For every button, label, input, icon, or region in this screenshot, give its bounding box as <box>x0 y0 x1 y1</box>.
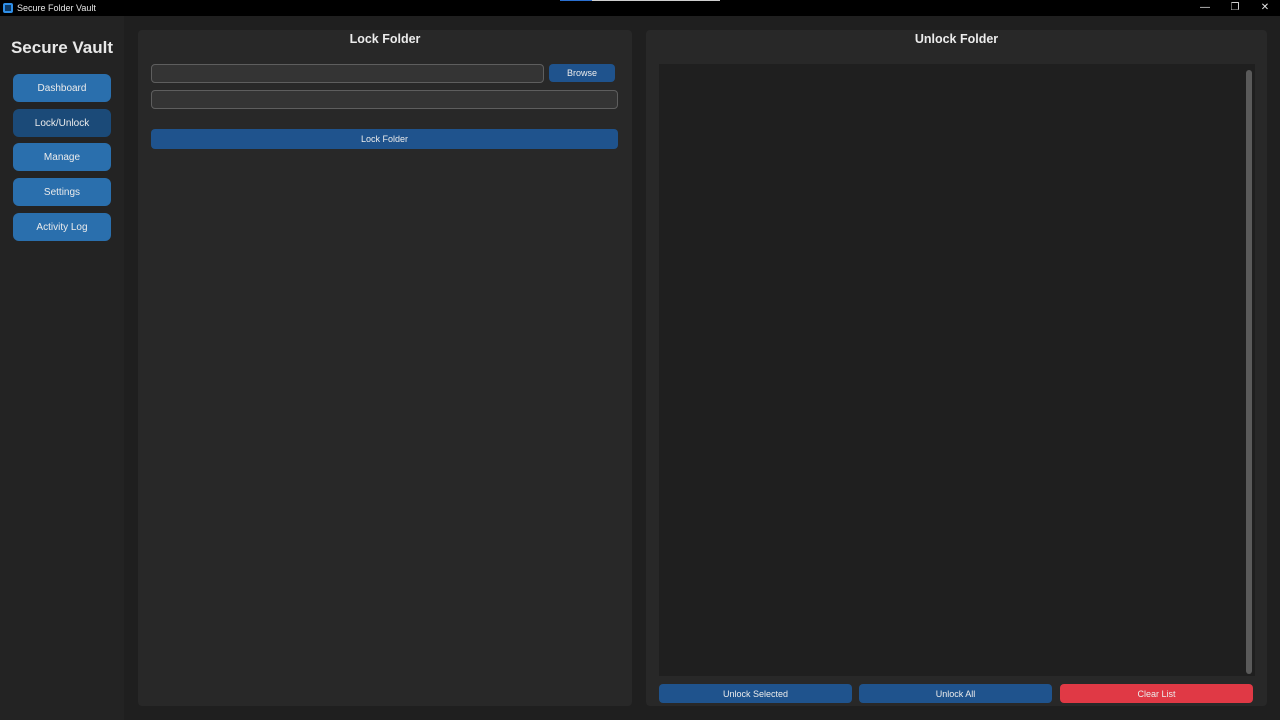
unlock-panel-title: Unlock Folder <box>914 32 999 46</box>
locked-folders-list[interactable] <box>659 64 1255 676</box>
password-input[interactable] <box>151 90 618 109</box>
title-accent-line <box>592 0 720 1</box>
nav-activity-log-button[interactable]: Activity Log <box>13 213 111 241</box>
lock-panel-title: Lock Folder <box>349 32 421 46</box>
list-scrollbar[interactable] <box>1246 70 1252 674</box>
nav-manage-button[interactable]: Manage <box>13 143 111 171</box>
close-button[interactable]: ✕ <box>1250 0 1280 16</box>
unlock-folder-panel: Unlock Folder Unlock Selected Unlock All… <box>646 30 1267 706</box>
sidebar: Secure Vault Dashboard Lock/Unlock Manag… <box>0 16 124 720</box>
restore-button[interactable]: ❐ <box>1220 0 1250 16</box>
window-title: Secure Folder Vault <box>17 3 96 13</box>
app-icon <box>3 3 13 13</box>
unlock-all-button[interactable]: Unlock All <box>859 684 1052 703</box>
clear-list-button[interactable]: Clear List <box>1060 684 1253 703</box>
minimize-button[interactable]: — <box>1190 0 1220 16</box>
window-controls: — ❐ ✕ <box>1190 0 1280 16</box>
app-brand: Secure Vault <box>10 38 114 57</box>
lock-folder-button[interactable]: Lock Folder <box>151 129 618 149</box>
browse-button[interactable]: Browse <box>549 64 615 82</box>
lock-folder-panel: Lock Folder Browse Lock Folder <box>138 30 632 706</box>
unlock-selected-button[interactable]: Unlock Selected <box>659 684 852 703</box>
nav-dashboard-button[interactable]: Dashboard <box>13 74 111 102</box>
title-bar: Secure Folder Vault — ❐ ✕ <box>0 0 1280 16</box>
title-accent-line <box>560 0 592 1</box>
folder-path-input[interactable] <box>151 64 544 83</box>
nav-lock-unlock-button[interactable]: Lock/Unlock <box>13 109 111 137</box>
nav-settings-button[interactable]: Settings <box>13 178 111 206</box>
